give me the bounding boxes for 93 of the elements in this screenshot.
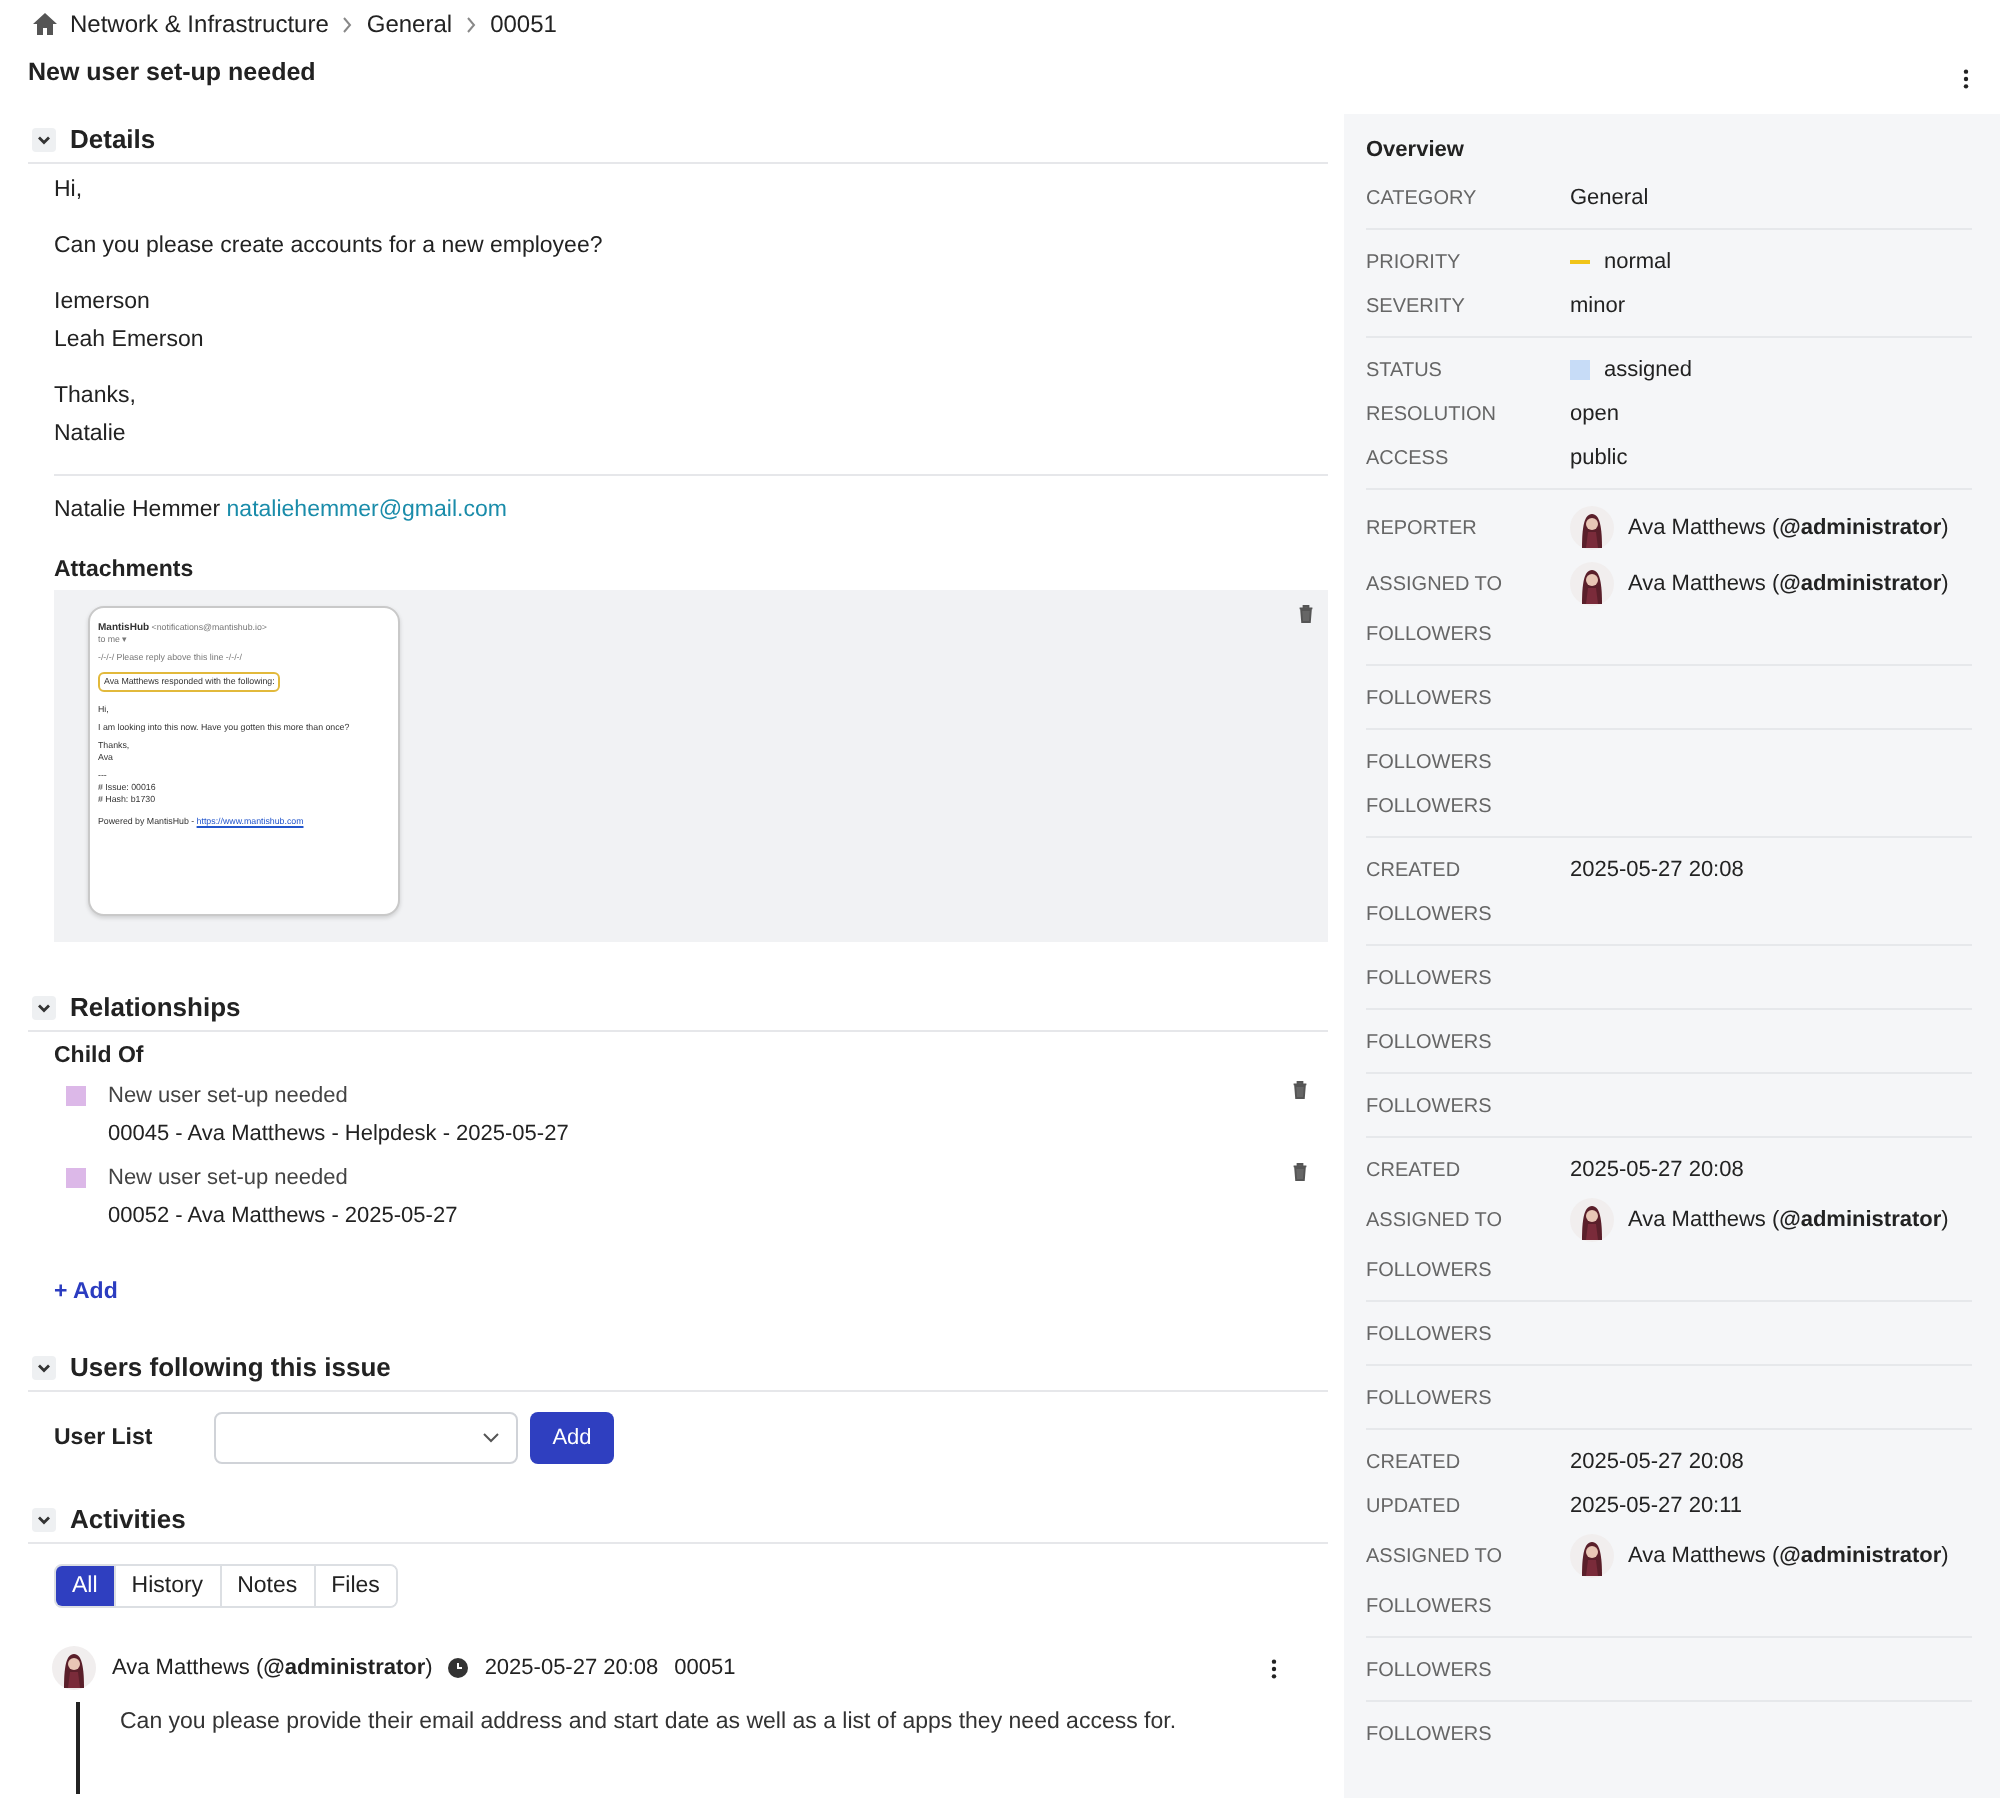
trash-icon[interactable] bbox=[1292, 1080, 1308, 1100]
avatar-icon bbox=[52, 1646, 96, 1690]
field-label: FOLLOWERS bbox=[1366, 1095, 1494, 1117]
field-label: REPORTER bbox=[1366, 517, 1479, 539]
user-name: Ava Matthews (@administrator) bbox=[1628, 572, 1949, 596]
field-label: User List bbox=[54, 1426, 155, 1450]
user-name: Ava Matthews (@administrator) bbox=[1628, 1544, 1949, 1568]
more-icon[interactable] bbox=[1270, 1657, 1278, 1679]
field-label: CREATED bbox=[1366, 1451, 1463, 1473]
chevron-down-icon[interactable] bbox=[32, 127, 56, 151]
avatar-icon bbox=[1570, 1198, 1614, 1242]
user-name: Ava Matthews (@administrator) bbox=[1628, 516, 1949, 540]
filter-tab[interactable]: Notes bbox=[221, 1566, 316, 1606]
field-label: FOLLOWERS bbox=[1366, 1323, 1494, 1345]
section-heading: Relationships bbox=[70, 992, 241, 1022]
field-label: CREATED bbox=[1366, 1159, 1463, 1181]
field-label: RESOLUTION bbox=[1366, 403, 1499, 425]
field-label: SEVERITY bbox=[1366, 295, 1467, 317]
breadcrumb-item[interactable]: 00051 bbox=[490, 10, 557, 38]
sender-name: Natalie Hemmer bbox=[54, 498, 221, 522]
email-link[interactable]: nataliehemmer@gmail.com bbox=[226, 498, 507, 522]
field-label: FOLLOWERS bbox=[1366, 967, 1494, 989]
add-button[interactable]: Add bbox=[530, 1412, 614, 1464]
add-link[interactable]: + Add bbox=[54, 1280, 118, 1304]
field-label: FOLLOWERS bbox=[1366, 1595, 1494, 1617]
clock-icon bbox=[448, 1658, 469, 1678]
field-value: 2025-05-27 20:11 bbox=[1570, 1494, 1745, 1518]
chevron-down-icon bbox=[482, 1432, 500, 1444]
field-value: normal bbox=[1604, 250, 1672, 274]
related-issue-title[interactable]: New user set-up needed bbox=[108, 1162, 1270, 1194]
field-label: FOLLOWERS bbox=[1366, 1031, 1494, 1053]
related-issue-title[interactable]: New user set-up needed bbox=[108, 1080, 1270, 1112]
field-label: FOLLOWERS bbox=[1366, 903, 1494, 925]
field-value: public bbox=[1570, 446, 1630, 470]
field-label: STATUS bbox=[1366, 359, 1444, 381]
panel-title: Overview bbox=[1366, 138, 1466, 162]
user-name: Ava Matthews (@administrator) bbox=[1628, 1208, 1949, 1232]
field-label: ACCESS bbox=[1366, 447, 1451, 469]
related-issue-info: 00052 - Ava Matthews - 2025-05-27 bbox=[108, 1202, 460, 1232]
field-value: General bbox=[1570, 186, 1651, 210]
status-icon bbox=[1570, 360, 1590, 380]
field-value: 2025-05-27 20:08 bbox=[1570, 858, 1746, 882]
trash-icon[interactable] bbox=[1292, 1162, 1308, 1182]
field-value: assigned bbox=[1604, 358, 1693, 382]
note-id: 00051 bbox=[674, 1656, 736, 1680]
field-label: CREATED bbox=[1366, 859, 1463, 881]
avatar-icon bbox=[1570, 1534, 1614, 1578]
message-paragraph: Iemerson Leah Emerson bbox=[54, 288, 206, 356]
field-value: minor bbox=[1570, 294, 1628, 318]
field-label: FOLLOWERS bbox=[1366, 1723, 1494, 1745]
section-heading: Users following this issue bbox=[70, 1352, 391, 1382]
field-label: FOLLOWERS bbox=[1366, 795, 1494, 817]
more-icon[interactable] bbox=[1962, 68, 1970, 90]
field-value: open bbox=[1570, 402, 1621, 426]
field-label: UPDATED bbox=[1366, 1495, 1463, 1517]
field-value: 2025-05-27 20:08 bbox=[1570, 1158, 1746, 1182]
related-issue-info: 00045 - Ava Matthews - Helpdesk - 2025-05-27 bbox=[108, 1120, 571, 1150]
field-value: 2025-05-27 20:08 bbox=[1570, 1450, 1746, 1474]
message-paragraph: Thanks, Natalie bbox=[54, 382, 138, 450]
note-text: Can you please provide their email address and start date as well as a list of apps they need access for. bbox=[120, 1710, 1177, 1734]
field-label: ASSIGNED TO bbox=[1366, 573, 1504, 595]
trash-icon[interactable] bbox=[1298, 604, 1314, 624]
field-label: FOLLOWERS bbox=[1366, 1659, 1494, 1681]
field-label: FOLLOWERS bbox=[1366, 623, 1494, 645]
attachments-heading: Attachments bbox=[54, 558, 196, 582]
timestamp: 2025-05-27 20:08 bbox=[484, 1656, 659, 1680]
filter-tab[interactable]: All bbox=[56, 1566, 116, 1606]
chevron-down-icon[interactable] bbox=[32, 1507, 56, 1531]
field-label: FOLLOWERS bbox=[1366, 1259, 1494, 1281]
section-heading: Activities bbox=[70, 1504, 186, 1534]
avatar-icon bbox=[1570, 506, 1614, 550]
field-label: PRIORITY bbox=[1366, 251, 1463, 273]
field-label: FOLLOWERS bbox=[1366, 751, 1494, 773]
relation-type: Child Of bbox=[54, 1044, 146, 1068]
chevron-right-icon bbox=[340, 15, 355, 33]
breadcrumb-item[interactable]: General bbox=[366, 10, 453, 38]
message-paragraph: Can you please create accounts for a new employee? bbox=[54, 232, 605, 262]
avatar-icon bbox=[1570, 562, 1614, 606]
chevron-right-icon bbox=[464, 15, 479, 33]
message-paragraph: Hi, bbox=[54, 176, 85, 206]
filter-tab[interactable]: Files bbox=[315, 1566, 396, 1606]
section-heading: Details bbox=[70, 124, 156, 154]
chevron-down-icon[interactable] bbox=[32, 995, 56, 1019]
field-label: FOLLOWERS bbox=[1366, 687, 1494, 709]
author-name: Ava Matthews (@administrator) bbox=[112, 1656, 433, 1680]
field-label: FOLLOWERS bbox=[1366, 1387, 1494, 1409]
chevron-down-icon[interactable] bbox=[32, 1355, 56, 1379]
home-icon[interactable] bbox=[32, 12, 58, 36]
field-label: CATEGORY bbox=[1366, 187, 1479, 209]
breadcrumb-item[interactable]: Network & Infrastructure bbox=[70, 10, 329, 38]
field-label: ASSIGNED TO bbox=[1366, 1209, 1504, 1231]
issue-title: New user set-up needed bbox=[28, 58, 318, 86]
field-label: ASSIGNED TO bbox=[1366, 1545, 1504, 1567]
